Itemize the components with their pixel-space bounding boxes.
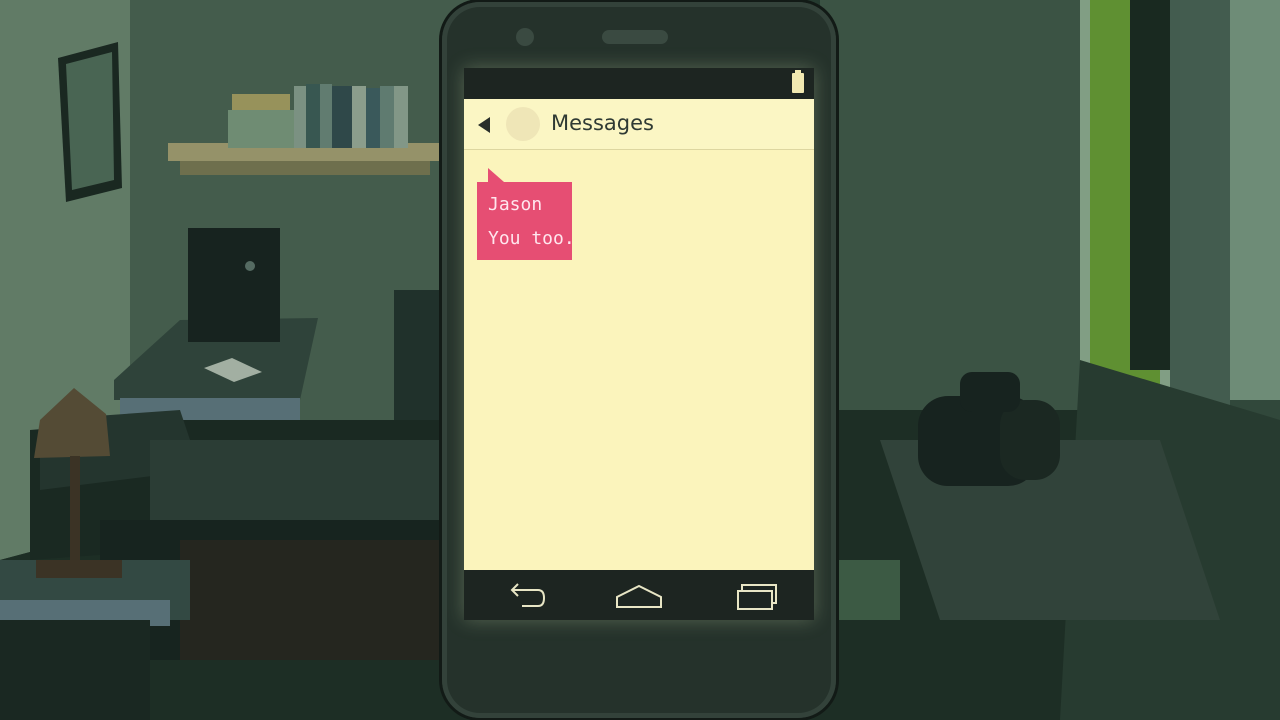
app-bar: Messages bbox=[464, 99, 814, 150]
phone: Messages Jason You too. bbox=[442, 2, 836, 718]
nav-home-button[interactable] bbox=[614, 578, 664, 612]
recent-apps-icon bbox=[737, 584, 777, 610]
earpiece-speaker bbox=[602, 30, 668, 44]
nav-back-button[interactable] bbox=[500, 578, 550, 612]
status-bar bbox=[464, 68, 814, 99]
contact-avatar bbox=[506, 107, 540, 141]
nav-recents-button[interactable] bbox=[732, 578, 782, 612]
back-chevron-icon[interactable] bbox=[478, 117, 490, 133]
battery-icon bbox=[792, 70, 804, 93]
home-icon bbox=[616, 584, 662, 608]
message-sender: Jason bbox=[488, 194, 543, 215]
navigation-bar bbox=[464, 570, 814, 620]
phone-screen: Messages Jason You too. bbox=[464, 68, 814, 620]
message-bubble: Jason You too. bbox=[477, 182, 575, 260]
message-bubble-tail bbox=[488, 168, 504, 182]
page-title: Messages bbox=[551, 111, 654, 135]
back-arrow-icon bbox=[510, 583, 546, 607]
message-text: You too. bbox=[488, 228, 575, 249]
front-camera bbox=[516, 28, 534, 46]
